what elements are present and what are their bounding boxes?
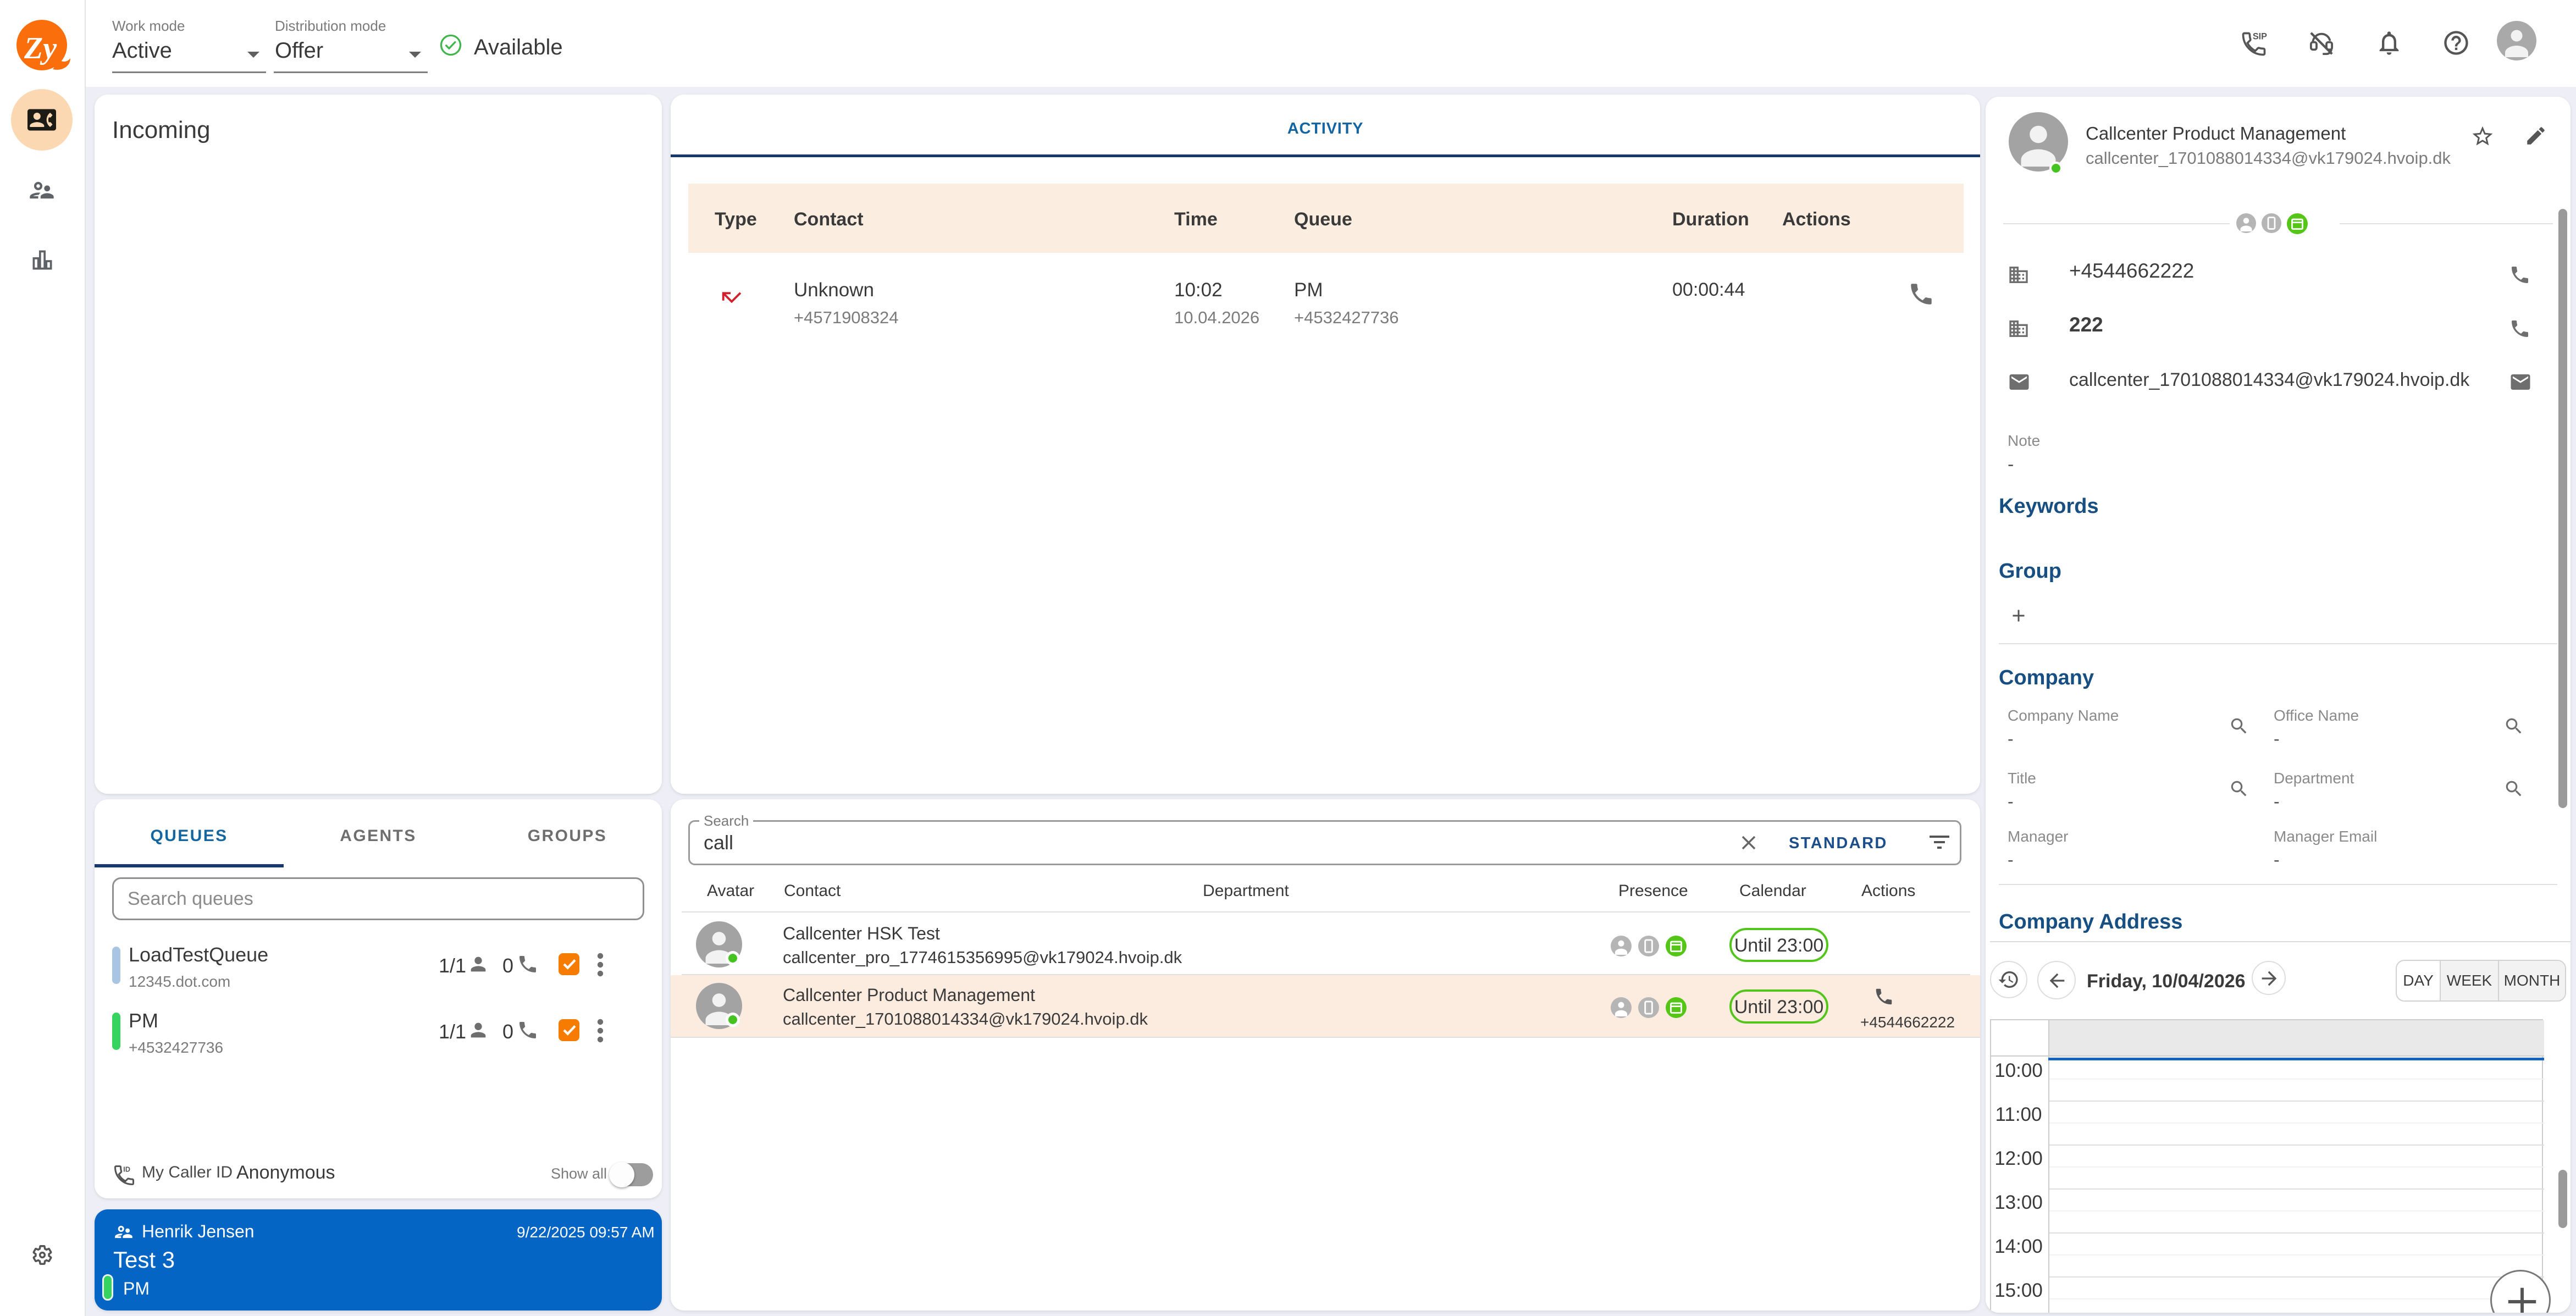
svg-text:Zy: Zy: [24, 31, 57, 65]
svg-text:SIP: SIP: [2253, 31, 2267, 41]
svg-text:ID: ID: [123, 1165, 130, 1174]
